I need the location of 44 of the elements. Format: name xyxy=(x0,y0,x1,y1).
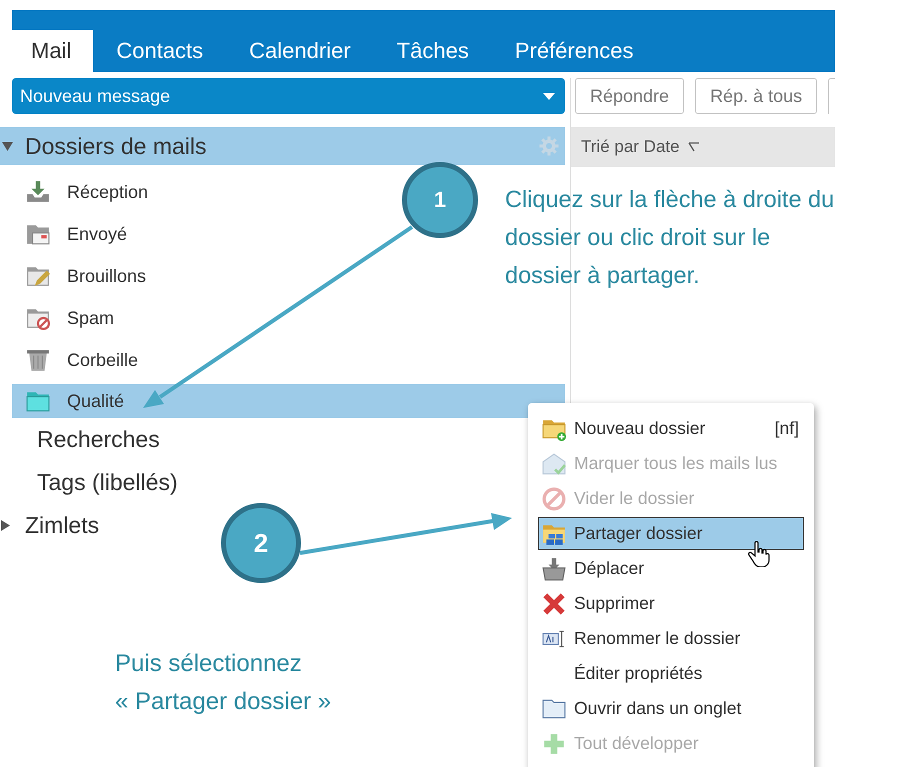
delete-icon xyxy=(542,592,566,616)
menu-item[interactable]: Supprimer xyxy=(538,587,804,620)
new-message-button[interactable]: Nouveau message xyxy=(12,78,565,114)
prohibited-icon xyxy=(542,486,566,510)
trash-icon xyxy=(26,348,50,372)
tree-section-label[interactable]: Zimlets xyxy=(25,512,100,539)
expand-triangle-icon[interactable] xyxy=(1,520,10,531)
app-tab[interactable]: Mail xyxy=(12,30,94,72)
tree-section-label[interactable]: Tags (libellés) xyxy=(37,469,178,496)
shortcut-label: [nf] xyxy=(774,418,799,439)
step-badge: 1 xyxy=(402,162,478,238)
folder-panel-header[interactable]: Dossiers de mails xyxy=(0,127,565,165)
folder-panel-title: Dossiers de mails xyxy=(25,132,208,160)
app-tab[interactable]: Contacts xyxy=(93,30,226,72)
menu-item[interactable]: Éditer propriétés xyxy=(538,657,804,690)
toolbar-button[interactable]: Répondre xyxy=(575,78,684,114)
instruction-text: Puis sélectionnez « Partager dossier » xyxy=(115,649,332,717)
basket-icon xyxy=(542,556,566,580)
menu-item[interactable]: Ouvrir dans un onglet xyxy=(538,692,804,725)
folder-item[interactable]: Corbeille xyxy=(12,339,146,381)
toolbar-button[interactable]: Rép. à tous xyxy=(695,78,818,114)
app-tab[interactable]: Tâches xyxy=(374,30,492,72)
folder-item[interactable]: Qualité xyxy=(12,384,565,418)
folder-item[interactable]: Spam xyxy=(12,297,122,339)
app-tab[interactable]: Calendrier xyxy=(226,30,374,72)
envelope-check-icon xyxy=(542,452,566,476)
sort-header[interactable]: Trié par Date xyxy=(571,127,835,167)
caret-icon xyxy=(543,92,555,100)
folder-item[interactable]: Envoyé xyxy=(12,213,136,255)
tree-section-label[interactable]: Recherches xyxy=(37,426,160,453)
folder-item[interactable]: Brouillons xyxy=(12,255,154,297)
sort-label: Trié par Date xyxy=(581,137,680,157)
menu-item[interactable]: Renommer le dossier xyxy=(538,622,804,655)
menu-item[interactable]: Déplacer xyxy=(538,552,804,585)
folder-item[interactable]: Réception xyxy=(12,171,156,213)
folder-icon xyxy=(542,696,566,720)
plus-icon xyxy=(542,732,566,756)
download-tray-icon xyxy=(26,180,50,204)
instruction-text: Cliquez sur la flèche à droite du dossier ou clic droit sur le dossier à partager. xyxy=(505,185,834,290)
step-badge: 2 xyxy=(221,503,301,583)
hand-cursor-icon xyxy=(748,541,770,567)
menu-item[interactable]: Partager dossier xyxy=(538,517,804,550)
app-tab[interactable]: Préférences xyxy=(492,30,656,72)
sort-arrow-icon[interactable] xyxy=(688,142,700,152)
